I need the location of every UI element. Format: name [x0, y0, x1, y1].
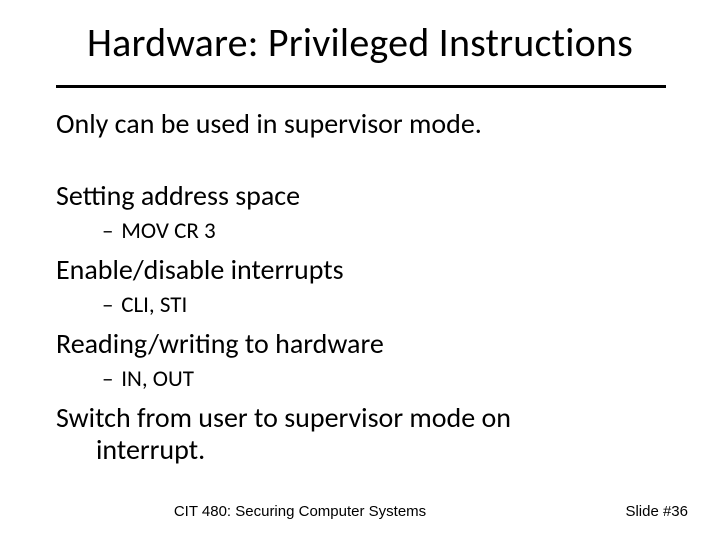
item-sub: – MOV CR 3	[102, 218, 666, 246]
item-heading: Enable/disable interrupts	[56, 254, 666, 286]
dash-icon: –	[102, 366, 116, 394]
footer-course: CIT 480: Securing Computer Systems	[0, 503, 660, 520]
item-sub-text: CLI, STI	[121, 291, 187, 319]
slide: Hardware: Privileged Instructions Only c…	[0, 0, 720, 540]
dash-icon: –	[102, 218, 116, 246]
title-underline	[56, 85, 666, 88]
item-sub-text: MOV CR 3	[121, 217, 215, 245]
dash-icon: –	[102, 292, 116, 320]
closing-line-1: Switch from user to supervisor mode on	[56, 402, 666, 434]
footer-slide-number: Slide #36	[625, 503, 688, 520]
item-heading: Setting address space	[56, 180, 666, 212]
slide-body: Only can be used in supervisor mode. Set…	[56, 108, 666, 472]
item-sub: – IN, OUT	[102, 366, 666, 394]
spacer	[56, 146, 666, 180]
item-sub: – CLI, STI	[102, 292, 666, 320]
item-sub-text: IN, OUT	[121, 365, 194, 393]
closing-line-2: interrupt.	[56, 434, 666, 466]
item-heading: Reading/writing to hardware	[56, 328, 666, 360]
slide-title: Hardware: Privileged Instructions	[0, 18, 720, 67]
intro-text: Only can be used in supervisor mode.	[56, 108, 666, 140]
